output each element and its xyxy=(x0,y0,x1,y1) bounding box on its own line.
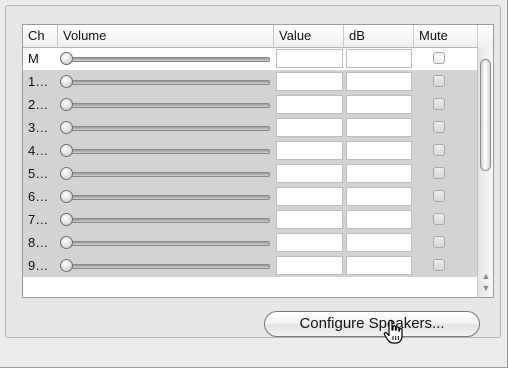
slider-knob[interactable] xyxy=(60,144,73,157)
column-header-volume[interactable]: Volume xyxy=(58,25,274,47)
db-field[interactable] xyxy=(346,187,412,206)
channel-volume-table: Ch Volume Value dB Mute M 1… 2… 3… 4… 5… 6… 7… 8… xyxy=(22,24,494,298)
column-header-mute[interactable]: Mute xyxy=(414,25,477,47)
channel-label: 1… xyxy=(28,74,49,89)
mute-checkbox[interactable] xyxy=(433,213,445,225)
mute-checkbox[interactable] xyxy=(433,98,445,110)
db-field[interactable] xyxy=(346,233,412,252)
mute-checkbox[interactable] xyxy=(433,144,445,156)
scroll-thumb[interactable] xyxy=(480,59,491,171)
volume-slider[interactable] xyxy=(58,93,274,116)
slider-track[interactable] xyxy=(63,57,270,62)
scroll-up-arrow-icon[interactable]: ▲ xyxy=(481,271,491,281)
slider-knob[interactable] xyxy=(60,259,73,272)
mute-checkbox[interactable] xyxy=(433,52,445,64)
channel-label: 7… xyxy=(28,212,49,227)
column-header-value[interactable]: Value xyxy=(274,25,344,47)
db-field[interactable] xyxy=(346,164,412,183)
channel-label: 3… xyxy=(28,120,49,135)
slider-knob[interactable] xyxy=(60,121,73,134)
mute-checkbox[interactable] xyxy=(433,121,445,133)
volume-slider[interactable] xyxy=(58,47,274,70)
volume-panel: Ch Volume Value dB Mute M 1… 2… 3… 4… 5… 6… 7… 8… xyxy=(5,5,501,338)
value-field[interactable] xyxy=(276,187,343,206)
slider-track[interactable] xyxy=(63,264,270,269)
table-row[interactable]: 3… xyxy=(23,116,477,139)
slider-track[interactable] xyxy=(63,195,270,200)
value-field[interactable] xyxy=(276,118,343,137)
db-field[interactable] xyxy=(346,210,412,229)
scrollbar-header-corner xyxy=(477,25,493,48)
mute-checkbox[interactable] xyxy=(433,75,445,87)
value-field[interactable] xyxy=(276,164,343,183)
channel-label: 8… xyxy=(28,235,49,250)
value-field[interactable] xyxy=(276,141,343,160)
value-field[interactable] xyxy=(276,95,343,114)
mute-checkbox[interactable] xyxy=(433,259,445,271)
slider-knob[interactable] xyxy=(60,213,73,226)
volume-slider[interactable] xyxy=(58,208,274,231)
slider-knob[interactable] xyxy=(60,52,73,65)
value-field[interactable] xyxy=(276,49,343,68)
db-field[interactable] xyxy=(346,95,412,114)
table-header: Ch Volume Value dB Mute xyxy=(23,25,477,48)
mute-checkbox[interactable] xyxy=(433,190,445,202)
table-row[interactable]: 9… xyxy=(23,254,477,277)
slider-track[interactable] xyxy=(63,149,270,154)
slider-knob[interactable] xyxy=(60,190,73,203)
volume-slider[interactable] xyxy=(58,162,274,185)
db-field[interactable] xyxy=(346,72,412,91)
channel-label: 5… xyxy=(28,166,49,181)
mute-checkbox[interactable] xyxy=(433,167,445,179)
table-row[interactable]: 8… xyxy=(23,231,477,254)
table-row[interactable]: 6… xyxy=(23,185,477,208)
hand-pointer-icon xyxy=(383,319,403,344)
volume-slider[interactable] xyxy=(58,139,274,162)
value-field[interactable] xyxy=(276,210,343,229)
slider-track[interactable] xyxy=(63,80,270,85)
channel-label: 9… xyxy=(28,258,49,273)
volume-slider[interactable] xyxy=(58,231,274,254)
slider-knob[interactable] xyxy=(60,98,73,111)
column-header-db[interactable]: dB xyxy=(344,25,414,47)
slider-knob[interactable] xyxy=(60,75,73,88)
slider-knob[interactable] xyxy=(60,167,73,180)
channel-label: 2… xyxy=(28,97,49,112)
configure-speakers-button[interactable]: Configure Speakers... xyxy=(264,311,480,337)
slider-track[interactable] xyxy=(63,172,270,177)
column-header-ch[interactable]: Ch xyxy=(23,25,58,47)
scroll-down-arrow-icon[interactable]: ▼ xyxy=(481,283,491,293)
channel-label: M xyxy=(28,51,39,66)
value-field[interactable] xyxy=(276,256,343,275)
db-field[interactable] xyxy=(346,256,412,275)
channel-label: 6… xyxy=(28,189,49,204)
volume-slider[interactable] xyxy=(58,185,274,208)
db-field[interactable] xyxy=(346,118,412,137)
table-row[interactable]: 1… xyxy=(23,70,477,93)
table-row[interactable]: 4… xyxy=(23,139,477,162)
value-field[interactable] xyxy=(276,72,343,91)
volume-slider[interactable] xyxy=(58,70,274,93)
table-row[interactable]: 7… xyxy=(23,208,477,231)
slider-track[interactable] xyxy=(63,218,270,223)
volume-slider[interactable] xyxy=(58,116,274,139)
value-field[interactable] xyxy=(276,233,343,252)
channel-label: 4… xyxy=(28,143,49,158)
slider-track[interactable] xyxy=(63,126,270,131)
slider-knob[interactable] xyxy=(60,236,73,249)
slider-track[interactable] xyxy=(63,103,270,108)
table-row[interactable]: 5… xyxy=(23,162,477,185)
slider-track[interactable] xyxy=(63,241,270,246)
mute-checkbox[interactable] xyxy=(433,236,445,248)
table-row[interactable]: 2… xyxy=(23,93,477,116)
table-row[interactable]: M xyxy=(23,47,477,70)
db-field[interactable] xyxy=(346,49,412,68)
volume-slider[interactable] xyxy=(58,254,274,277)
db-field[interactable] xyxy=(346,141,412,160)
vertical-scrollbar[interactable]: ▲ ▼ xyxy=(477,47,493,297)
